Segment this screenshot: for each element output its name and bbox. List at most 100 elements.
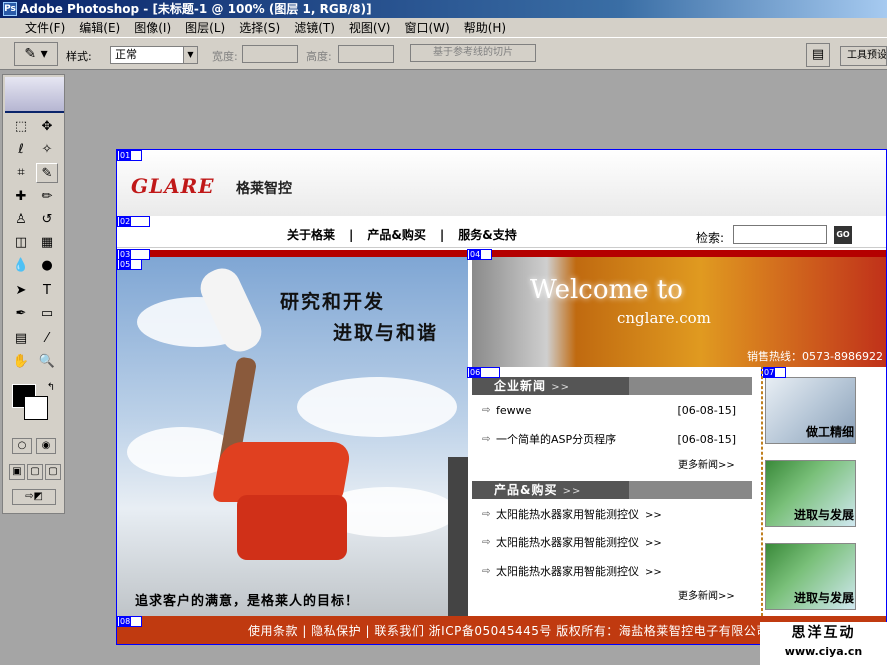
- file-browser-icon: ▤: [811, 47, 825, 62]
- screen-mode-full-icon[interactable]: ▢: [45, 464, 61, 480]
- red-chair: [211, 442, 353, 502]
- slice-label-07[interactable]: 07 ⊠: [761, 367, 787, 378]
- menu-edit[interactable]: 编辑(E): [72, 18, 127, 38]
- more-news-link[interactable]: 更多新闻>>: [678, 456, 735, 471]
- nav-products[interactable]: 产品&购买: [367, 228, 425, 242]
- path-select-icon[interactable]: ➤: [10, 281, 32, 301]
- tool-presets-tab[interactable]: 工具预设: [840, 46, 887, 66]
- hero-slogan: 追求客户的满意，是格莱人的目标！: [135, 594, 360, 609]
- magic-wand-icon[interactable]: ✧: [36, 140, 58, 160]
- type-tool-icon[interactable]: T: [36, 281, 58, 301]
- product-title: 太阳能热水器家用智能测控仪: [496, 565, 639, 578]
- search-input[interactable]: [733, 225, 827, 244]
- product-section-title: 产品&购买 >>: [472, 481, 752, 499]
- quick-mask-icon[interactable]: ◉: [36, 438, 56, 454]
- slice-label-01[interactable]: 01 ⊠: [117, 150, 143, 161]
- gradient-tool-icon[interactable]: ▦: [36, 233, 58, 253]
- building-silhouette: [448, 457, 468, 616]
- swap-colors-icon[interactable]: ↰: [40, 378, 62, 398]
- brush-tool-icon[interactable]: ✏: [36, 187, 58, 207]
- hand-tool-icon[interactable]: ✋: [10, 352, 32, 372]
- menu-view[interactable]: 视图(V): [342, 18, 398, 38]
- slice-label-08[interactable]: 08 ⊠: [117, 616, 143, 627]
- welcome-domain: cnglare.com: [617, 309, 711, 327]
- background-color-swatch[interactable]: [24, 396, 48, 420]
- eraser-tool-icon[interactable]: ◫: [10, 233, 32, 253]
- product-row[interactable]: ⇨ 太阳能热水器家用智能测控仪 >>: [472, 533, 752, 553]
- slice-selection-edge: [761, 366, 763, 616]
- menu-file[interactable]: 文件(F): [18, 18, 72, 38]
- crop-tool-icon[interactable]: ⌗: [10, 163, 32, 183]
- product-row[interactable]: ⇨ 太阳能热水器家用智能测控仪 >>: [472, 505, 752, 525]
- shape-tool-icon[interactable]: ▭: [36, 304, 58, 324]
- menu-help[interactable]: 帮助(H): [457, 18, 513, 38]
- history-brush-icon[interactable]: ↺: [36, 210, 58, 230]
- slices-from-guides-button[interactable]: 基于参考线的切片: [410, 44, 536, 62]
- style-select-value: 正常: [115, 48, 137, 61]
- slice-tool-preset-button[interactable]: ✎ ▾: [14, 42, 58, 66]
- nav-about[interactable]: 关于格莱: [287, 228, 335, 242]
- window-title: Adobe Photoshop - [未标题-1 @ 100% (图层 1, R…: [20, 2, 372, 16]
- document-canvas[interactable]: GLARE 格莱智控 01 ⊠ 关于格莱 | 产品&购买 | 服务&支持 检索: GO …: [116, 149, 887, 645]
- news-row[interactable]: ⇨ fewwe [06-08-15]: [472, 401, 752, 421]
- feather-icon[interactable]: [5, 77, 64, 113]
- title-bar: Ps Adobe Photoshop - [未标题-1 @ 100% (图层 1…: [0, 0, 887, 18]
- thumb-craft[interactable]: 做工精细: [765, 377, 856, 444]
- slice-label-05[interactable]: 05 ⊠: [117, 259, 143, 270]
- menu-select[interactable]: 选择(S): [232, 18, 287, 38]
- product-row[interactable]: ⇨ 太阳能热水器家用智能测控仪 >>: [472, 562, 752, 582]
- nav-sep: |: [349, 228, 354, 242]
- dodge-tool-icon[interactable]: ●: [36, 256, 58, 276]
- jump-to-imageready-icon[interactable]: ⇨◩: [12, 489, 56, 505]
- toolbox: ⬚ ✥ ℓ ✧ ⌗ ✎ ✚ ✏ ♙ ↺ ◫ ▦ 💧 ● ➤ T ✒ ▭ ▤ ⁄ …: [2, 74, 65, 514]
- notes-tool-icon[interactable]: ▤: [10, 329, 32, 349]
- style-select[interactable]: 正常 ▼: [110, 46, 198, 64]
- slice-tool-icon[interactable]: ✎: [36, 163, 58, 183]
- nav-service[interactable]: 服务&支持: [458, 228, 516, 242]
- more-news-text: 更多新闻: [678, 591, 718, 602]
- title-arrow: >>: [562, 486, 582, 497]
- sales-hotline: 销售热线：0573-8986922: [747, 350, 883, 363]
- site-header: GLARE 格莱智控: [117, 150, 886, 216]
- screen-mode-full-menu-icon[interactable]: ▢: [27, 464, 43, 480]
- more-products-link[interactable]: 更多新闻>>: [678, 587, 735, 602]
- go-button[interactable]: GO: [834, 226, 852, 244]
- welcome-title: Welcome to: [530, 275, 683, 305]
- news-date: [06-08-15]: [677, 404, 736, 417]
- news-title: 一个简单的ASP分页程序: [496, 433, 617, 446]
- stamp-tool-icon[interactable]: ♙: [10, 210, 32, 230]
- arrow-right-icon: ⇨: [482, 537, 491, 548]
- lasso-tool-icon[interactable]: ℓ: [10, 140, 32, 160]
- news-row[interactable]: ⇨ 一个简单的ASP分页程序 [06-08-15]: [472, 430, 752, 450]
- product-title: 太阳能热水器家用智能测控仪: [496, 536, 639, 549]
- slice-label-06[interactable]: 06 ⊠ 8: [467, 367, 501, 378]
- thumb-progress[interactable]: 进取与发展: [765, 460, 856, 527]
- more-news-text: 更多新闻: [678, 460, 718, 471]
- menu-window[interactable]: 窗口(W): [397, 18, 456, 38]
- palette-well-button[interactable]: ▤: [806, 43, 830, 67]
- menu-filter[interactable]: 滤镜(T): [287, 18, 342, 38]
- blur-tool-icon[interactable]: 💧: [10, 256, 32, 276]
- product-arrow: >>: [645, 538, 662, 549]
- slice-label-02[interactable]: 02 ⊠ 8: [117, 216, 151, 227]
- marquee-tool-icon[interactable]: ⬚: [10, 117, 32, 137]
- width-field[interactable]: [242, 45, 298, 63]
- menu-layer[interactable]: 图层(L): [178, 18, 232, 38]
- height-field[interactable]: [338, 45, 394, 63]
- hero-line2: 进取与和谐: [333, 322, 439, 344]
- screen-mode-standard-icon[interactable]: ▣: [9, 464, 25, 480]
- search-label: 检索:: [696, 231, 725, 245]
- standard-mode-icon[interactable]: ○: [12, 438, 32, 454]
- width-label: 宽度:: [212, 50, 238, 63]
- healing-brush-icon[interactable]: ✚: [10, 187, 32, 207]
- zoom-tool-icon[interactable]: 🔍: [36, 352, 58, 372]
- news-date: [06-08-15]: [677, 433, 736, 446]
- news-panel: 企业新闻 >> ⇨ fewwe [06-08-15] ⇨ 一个简单的ASP分页程序 [0…: [472, 367, 752, 616]
- eyedropper-icon[interactable]: ⁄: [36, 329, 58, 349]
- slice-label-04[interactable]: 04 ⊠: [467, 249, 493, 260]
- pen-tool-icon[interactable]: ✒: [10, 304, 32, 324]
- move-tool-icon[interactable]: ✥: [36, 117, 58, 137]
- menu-image[interactable]: 图像(I): [127, 18, 178, 38]
- thumb-progress[interactable]: 进取与发展: [765, 543, 856, 610]
- thumb-column: 做工精细 进取与发展 进取与发展: [761, 367, 886, 616]
